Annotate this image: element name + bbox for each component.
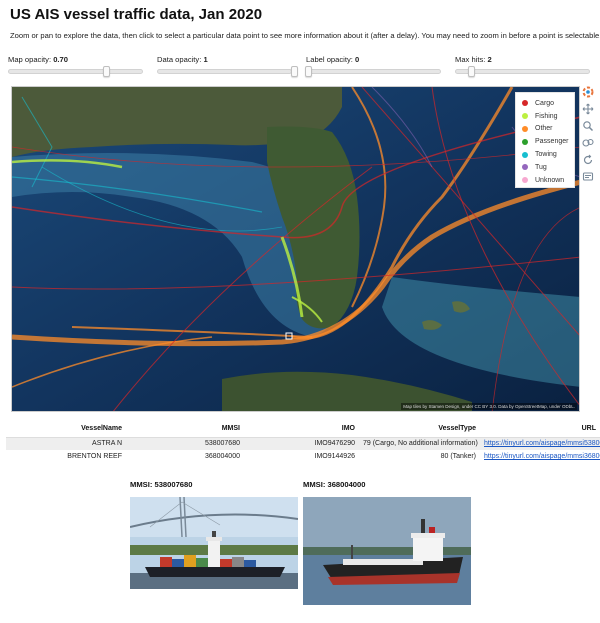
towing-dot <box>522 151 528 158</box>
legend-item-cargo: Cargo <box>522 97 574 110</box>
vessel-type-legend: Cargo Fishing Other Passenger Towing Tug… <box>515 92 575 188</box>
slider-track[interactable] <box>305 66 441 77</box>
url-link[interactable]: https://tinyurl.com/aispage/mmsi36800400… <box>480 450 600 463</box>
vessel-photo <box>130 497 298 589</box>
legend-item-passenger: Passenger <box>522 135 574 148</box>
slider-label: Max hits: 2 <box>455 55 492 64</box>
data-opacity-slider[interactable]: Data opacity: 1 <box>157 55 298 77</box>
bokeh-logo-icon[interactable] <box>582 86 594 98</box>
legend-label: Passenger <box>535 138 569 146</box>
photo-label: MMSI: 368004000 <box>303 480 366 489</box>
legend-label: Unknown <box>535 176 565 184</box>
plot-toolbar <box>582 86 596 188</box>
map-opacity-slider[interactable]: Map opacity: 0.70 <box>8 55 143 77</box>
passenger-dot <box>522 138 528 145</box>
legend-item-unknown: Unknown <box>522 174 574 187</box>
legend-item-fishing: Fishing <box>522 110 574 123</box>
slider-track[interactable] <box>8 66 143 77</box>
other-dot <box>522 125 528 132</box>
cargo-dot <box>522 100 528 107</box>
box-zoom-icon[interactable] <box>582 120 594 132</box>
legend-label: Cargo <box>535 99 555 107</box>
vessel-name-cell: BRENTON REEF <box>67 453 122 460</box>
column-header[interactable]: URL <box>480 421 600 438</box>
column-header[interactable]: VesselType <box>359 421 480 438</box>
legend-label: Fishing <box>535 112 558 120</box>
unknown-dot <box>522 177 528 184</box>
url-link[interactable]: https://tinyurl.com/aispage/mmsi53800768… <box>480 437 600 450</box>
legend-item-towing: Towing <box>522 148 574 161</box>
fishing-dot <box>522 113 528 120</box>
slider-handle[interactable] <box>291 66 298 77</box>
label-opacity-slider[interactable]: Label opacity: 0 <box>305 55 441 77</box>
reset-icon[interactable] <box>582 154 594 166</box>
hover-icon[interactable] <box>582 171 594 183</box>
slider-handle[interactable] <box>103 66 110 77</box>
vessel-data-table: VesselName MMSI IMO VesselType URL ASTRA… <box>6 421 600 463</box>
vessel-photo <box>303 497 471 605</box>
column-header[interactable]: MMSI <box>126 421 244 438</box>
table-row[interactable]: BRENTON REEF 368004000 IMO9144926 80 (Ta… <box>6 450 600 463</box>
max-hits-slider[interactable]: Max hits: 2 <box>455 55 590 77</box>
map-canvas[interactable] <box>12 87 580 412</box>
mmsi-cell: 538007680 <box>126 437 244 450</box>
legend-item-tug: Tug <box>522 161 574 174</box>
vessel-type-cell: 80 (Tanker) <box>440 453 476 460</box>
slider-track[interactable] <box>455 66 590 77</box>
vessel-photo-card: MMSI: 538007680 <box>130 480 298 589</box>
legend-label: Towing <box>535 151 557 159</box>
legend-item-other: Other <box>522 123 574 136</box>
slider-handle[interactable] <box>305 66 312 77</box>
page-title: US AIS vessel traffic data, Jan 2020 <box>10 6 263 23</box>
legend-label: Tug <box>535 163 547 171</box>
slider-label: Label opacity: 0 <box>306 55 360 64</box>
instructions-text: Zoom or pan to explore the data, then cl… <box>10 31 600 40</box>
vessel-name-cell: ASTRA N <box>6 437 126 450</box>
column-header[interactable]: VesselName <box>6 421 126 438</box>
pan-icon[interactable] <box>582 103 594 115</box>
slider-handle[interactable] <box>468 66 475 77</box>
mmsi-cell: 368004000 <box>204 453 240 460</box>
imo-cell: IMO9476290 <box>244 437 359 450</box>
vessel-traffic-map[interactable]: Map tiles by Stamen Design, under CC BY … <box>11 86 580 412</box>
legend-label: Other <box>535 125 553 133</box>
table-header-row: VesselName MMSI IMO VesselType URL <box>6 421 600 438</box>
slider-label: Data opacity: 1 <box>157 55 208 64</box>
table-row[interactable]: ASTRA N 538007680 IMO9476290 79 (Cargo, … <box>6 437 600 450</box>
slider-track[interactable] <box>157 66 298 77</box>
photo-label: MMSI: 538007680 <box>130 480 193 489</box>
vessel-type-cell: 79 (Cargo, No additional information) <box>359 437 480 450</box>
map-attribution: Map tiles by Stamen Design, under CC BY … <box>401 403 577 410</box>
tug-dot <box>522 164 528 171</box>
column-header[interactable]: IMO <box>244 421 359 438</box>
slider-label: Map opacity: 0.70 <box>8 55 68 64</box>
imo-cell: IMO9144926 <box>314 453 355 460</box>
wheel-zoom-icon[interactable] <box>582 137 594 149</box>
vessel-photo-card: MMSI: 368004000 <box>303 480 471 605</box>
